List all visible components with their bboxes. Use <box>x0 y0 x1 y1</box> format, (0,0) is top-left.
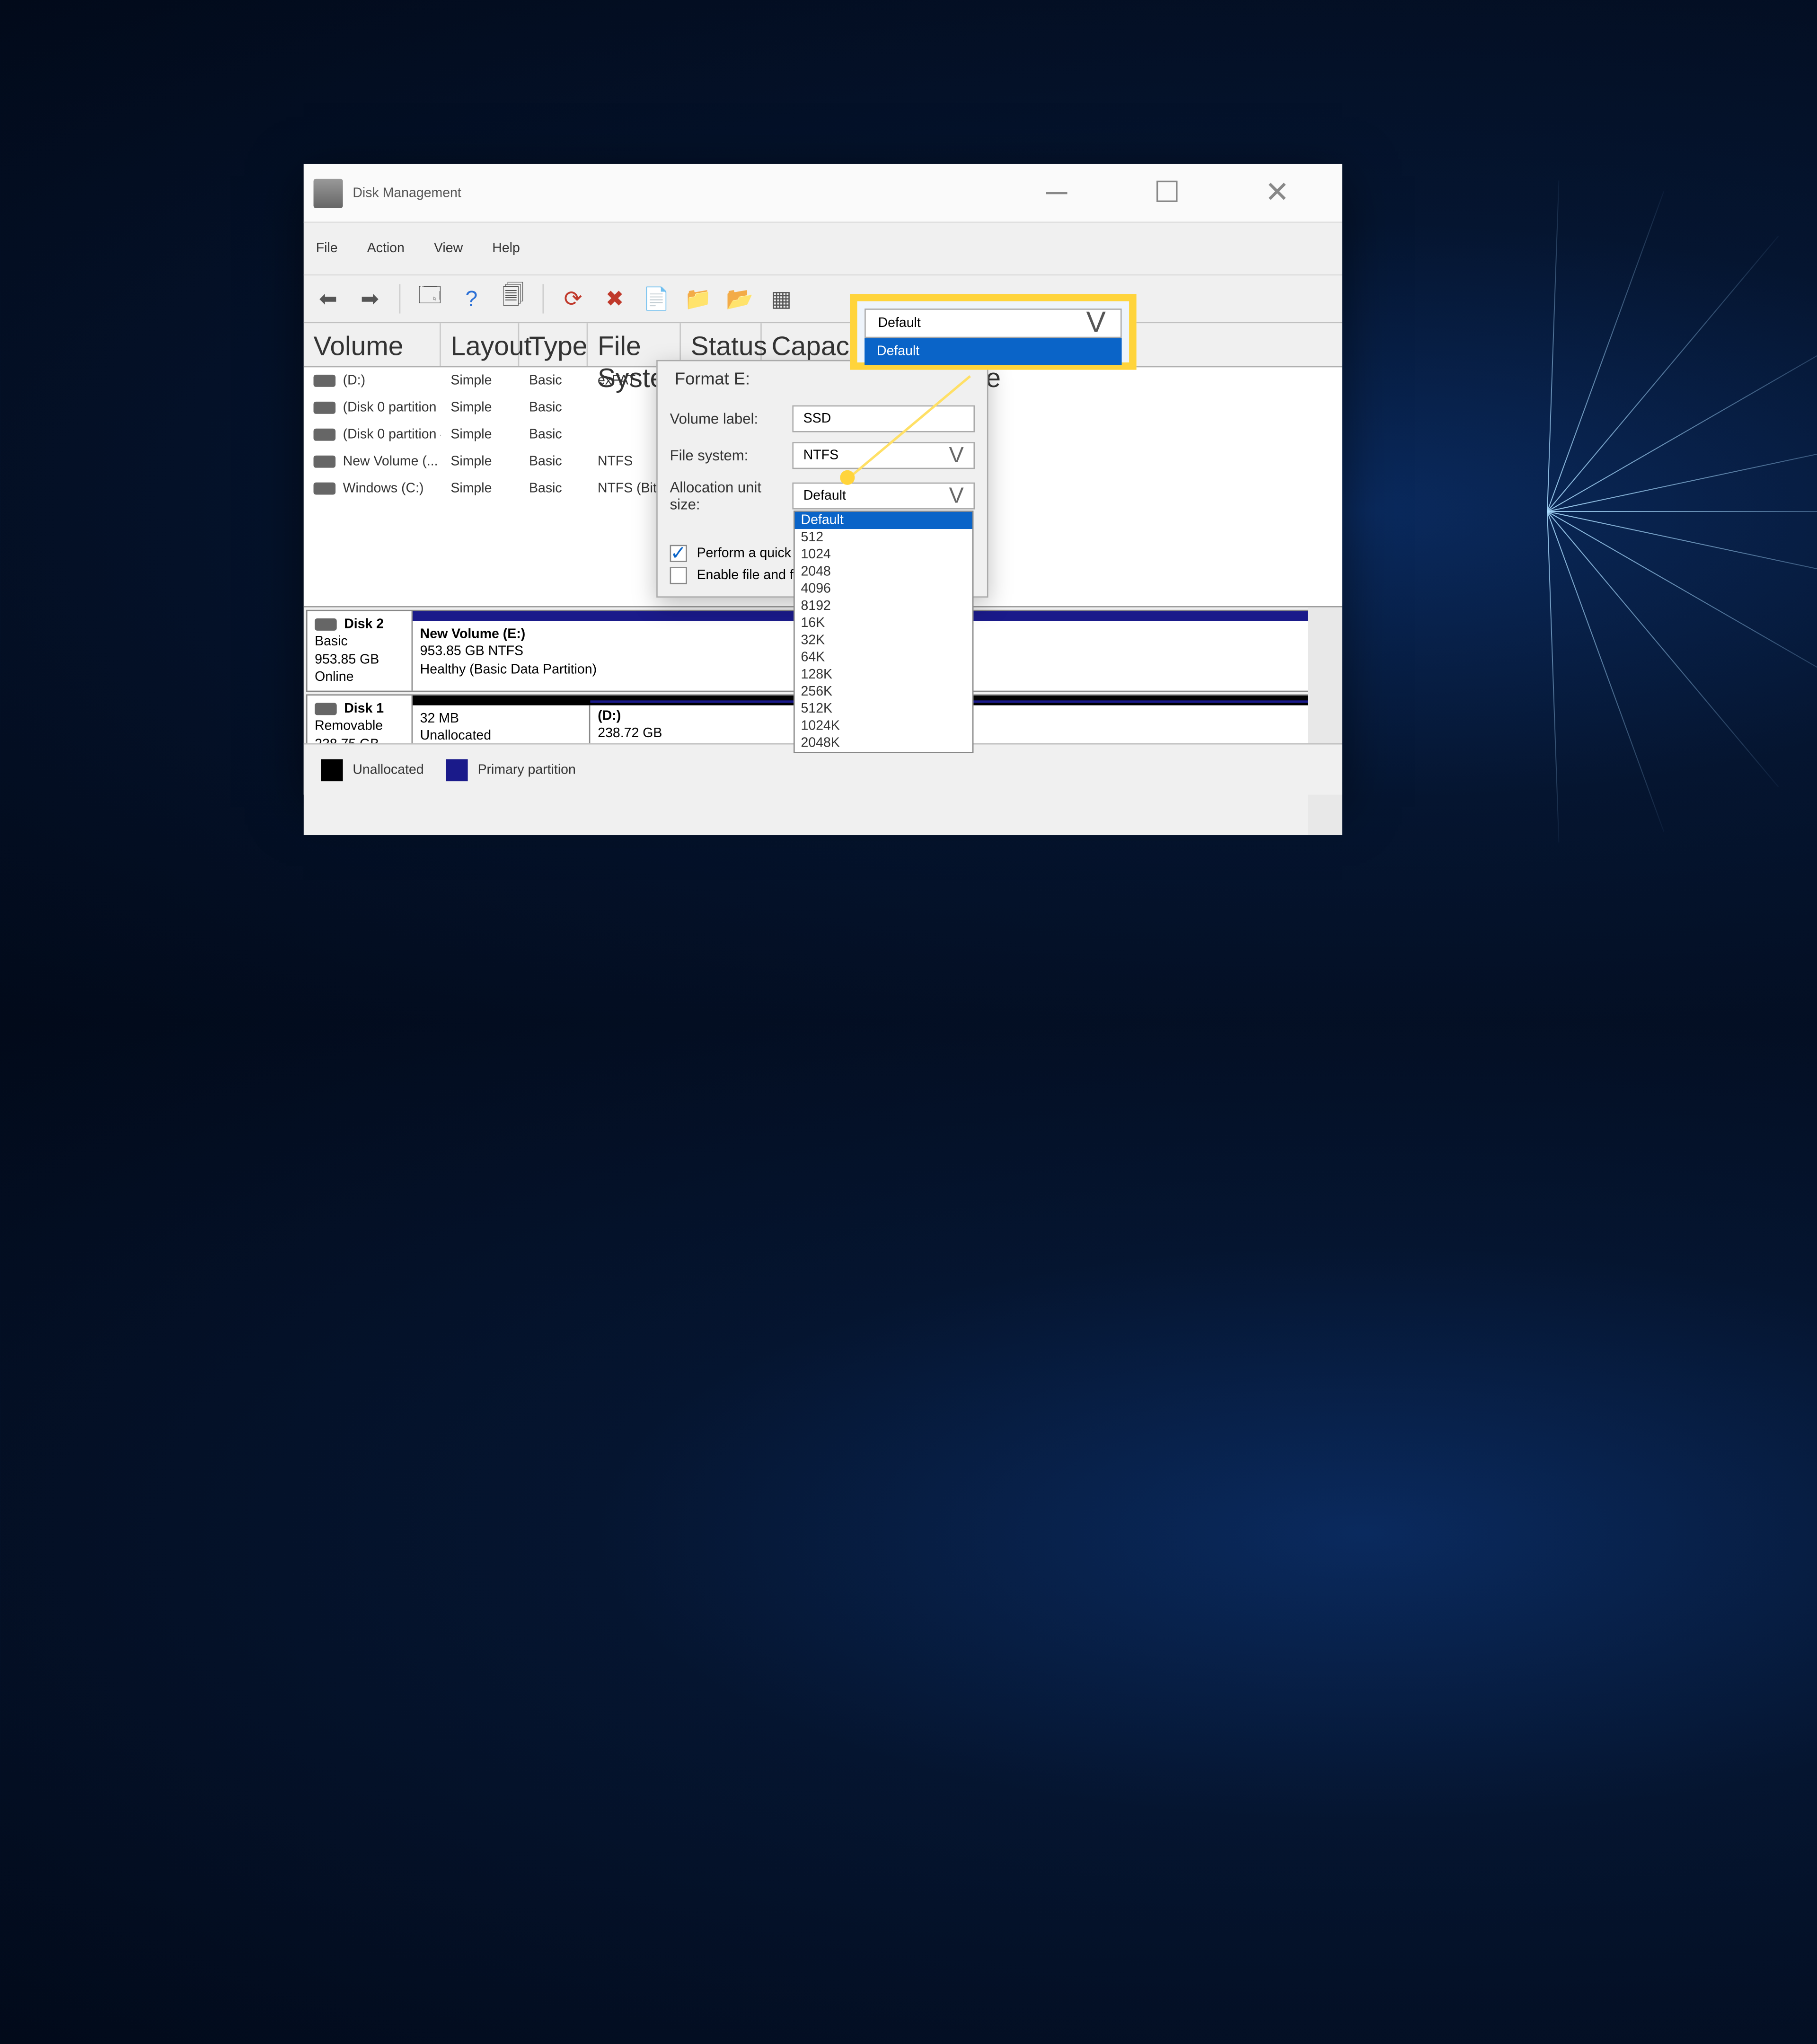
alloc-size-label: Allocation unit size: <box>670 479 793 513</box>
menu-file[interactable]: File <box>316 241 338 256</box>
volume-label-input[interactable]: SSD <box>792 405 975 432</box>
callout-select[interactable]: DefaultV <box>864 308 1121 338</box>
alloc-option[interactable]: 1024K <box>795 718 972 735</box>
toolbar: ⬅ ➡ 🗔 ? 🗐 ⟳ ✖ 📄 📁 📂 ▦ <box>304 274 1342 324</box>
legend-primary: Primary partition <box>478 762 576 777</box>
window-title: Disk Management <box>353 185 461 200</box>
menubar: File Action View Help <box>304 223 1342 274</box>
table-icon[interactable]: ▦ <box>764 282 798 316</box>
alloc-size-dropdown: Default512102420484096819216K32K64K128K2… <box>794 511 973 753</box>
app-icon <box>314 178 343 208</box>
folder2-icon[interactable]: 📂 <box>723 282 757 316</box>
menu-view[interactable]: View <box>434 241 463 256</box>
allocation-callout: DefaultV Default <box>850 294 1137 370</box>
chevron-down-icon: V <box>949 443 964 468</box>
scan-icon[interactable]: ⟳ <box>556 282 590 316</box>
alloc-size-select[interactable]: DefaultV Default512102420484096819216K32… <box>792 483 975 510</box>
alloc-option[interactable]: 2048K <box>795 735 972 752</box>
alloc-option[interactable]: 2048 <box>795 563 972 580</box>
folder-icon[interactable]: 📁 <box>681 282 715 316</box>
titlebar: Disk Management ─ ☐ ✕ <box>304 164 1342 223</box>
maximize-button[interactable]: ☐ <box>1112 163 1222 222</box>
properties-icon[interactable]: 🗐 <box>496 282 530 316</box>
alloc-option[interactable]: 1024 <box>795 546 972 563</box>
alloc-option[interactable]: 32K <box>795 632 972 649</box>
file-system-select[interactable]: NTFSV <box>792 442 975 469</box>
disk-management-window: Disk Management ─ ☐ ✕ File Action View H… <box>304 164 1342 795</box>
alloc-option[interactable]: 16K <box>795 615 972 632</box>
alloc-option[interactable]: 4096 <box>795 581 972 598</box>
col-volume[interactable]: Volume <box>304 323 441 366</box>
close-button[interactable]: ✕ <box>1222 163 1332 222</box>
col-type[interactable]: Type <box>519 323 588 366</box>
file-system-label: File system: <box>670 447 793 464</box>
nav-forward-icon[interactable]: ➡ <box>353 282 387 316</box>
nav-back-icon[interactable]: ⬅ <box>311 282 345 316</box>
alloc-option[interactable]: 128K <box>795 666 972 683</box>
menu-help[interactable]: Help <box>492 241 520 256</box>
alloc-option[interactable]: 512K <box>795 700 972 717</box>
help-icon[interactable]: ? <box>454 282 488 316</box>
viewport-scaler: Disk Management ─ ☐ ✕ File Action View H… <box>0 0 1817 2044</box>
callout-pointer-dot <box>840 470 855 485</box>
alloc-option[interactable]: 8192 <box>795 598 972 615</box>
col-layout[interactable]: Layout <box>441 323 520 366</box>
legend-unallocated: Unallocated <box>353 762 423 777</box>
volume-label-label: Volume label: <box>670 410 793 427</box>
scrollbar[interactable] <box>1308 608 1342 835</box>
alloc-option[interactable]: 64K <box>795 649 972 666</box>
chevron-down-icon: V <box>949 483 964 509</box>
enable-compress-checkbox[interactable] <box>670 567 687 584</box>
alloc-option[interactable]: 512 <box>795 529 972 546</box>
callout-highlighted-option[interactable]: Default <box>864 338 1121 365</box>
delete-icon[interactable]: ✖ <box>598 282 632 316</box>
minimize-button[interactable]: ─ <box>1002 163 1112 222</box>
menu-action[interactable]: Action <box>367 241 405 256</box>
alloc-option[interactable]: 256K <box>795 683 972 700</box>
new-icon[interactable]: 📄 <box>639 282 673 316</box>
refresh-icon[interactable]: 🗔 <box>413 282 447 316</box>
chevron-down-icon: V <box>1086 306 1106 340</box>
quick-format-checkbox[interactable]: ✓ <box>670 545 687 562</box>
alloc-option[interactable]: Default <box>795 512 972 529</box>
format-dialog: Format E: Volume label: SSD File system:… <box>656 360 988 598</box>
